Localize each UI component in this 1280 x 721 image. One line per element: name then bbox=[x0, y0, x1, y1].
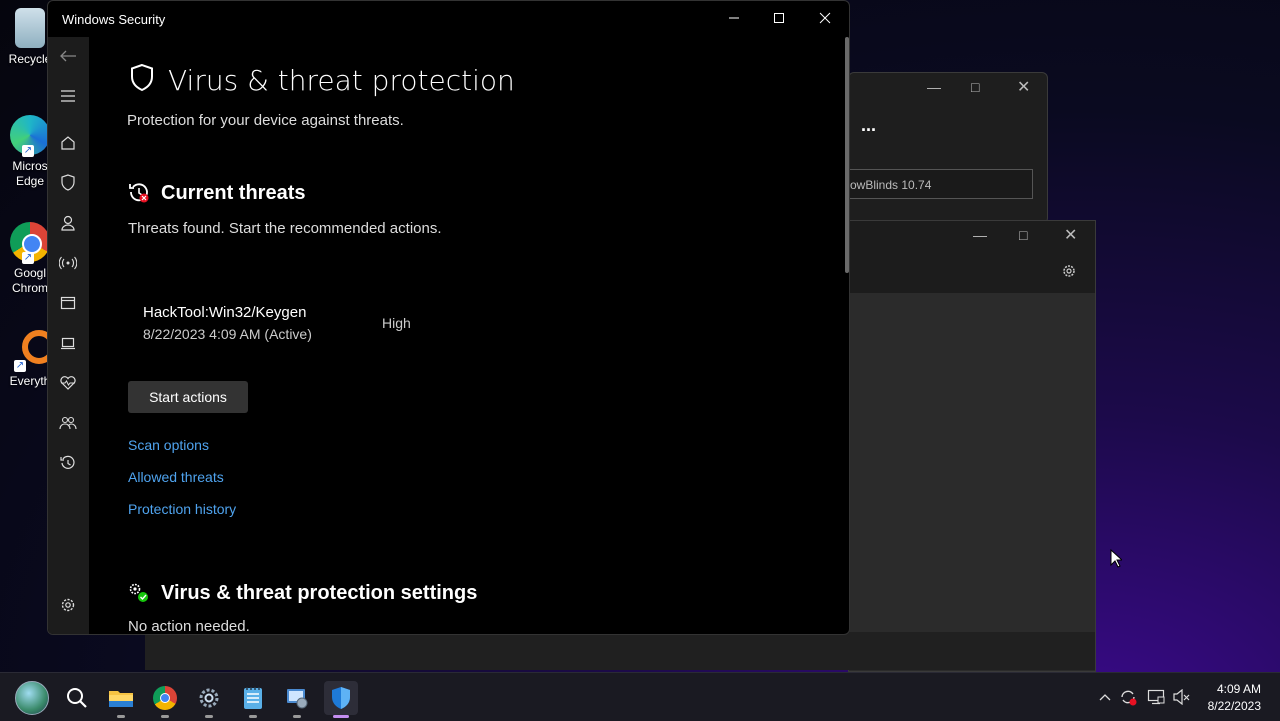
family-options-icon[interactable] bbox=[58, 413, 78, 433]
close-icon[interactable]: ✕ bbox=[1017, 77, 1030, 97]
chrome-icon bbox=[153, 686, 177, 710]
minimize-icon bbox=[729, 17, 739, 19]
protection-settings-heading: Virus & threat protection settings bbox=[161, 582, 478, 604]
shield-icon bbox=[332, 687, 350, 709]
home-icon[interactable] bbox=[58, 133, 78, 153]
threat-severity: High bbox=[382, 315, 411, 331]
more-options-icon[interactable]: ... bbox=[861, 115, 876, 136]
shortcut-arrow-icon: ↗ bbox=[22, 252, 34, 264]
running-indicator bbox=[249, 715, 257, 718]
notepad-icon bbox=[244, 687, 262, 709]
file-explorer-button[interactable] bbox=[104, 681, 138, 718]
maximize-icon bbox=[774, 13, 784, 23]
start-button[interactable] bbox=[15, 681, 49, 715]
control-panel-taskbar-button[interactable] bbox=[280, 681, 314, 718]
close-icon[interactable]: ✕ bbox=[1064, 225, 1077, 245]
minimize-icon[interactable]: — bbox=[927, 79, 941, 95]
folder-icon bbox=[109, 691, 133, 707]
maximize-icon[interactable]: □ bbox=[1019, 227, 1027, 243]
shield-icon[interactable] bbox=[58, 173, 78, 193]
threat-timestamp: 8/22/2023 4:09 AM (Active) bbox=[143, 326, 312, 342]
background-window-settings[interactable]: — □ ✕ bbox=[848, 220, 1096, 672]
main-content: Virus & threat protection Protection for… bbox=[89, 37, 849, 634]
current-threats-heading: Current threats bbox=[161, 182, 306, 204]
active-indicator bbox=[333, 715, 349, 718]
version-field[interactable]: owBlinds 10.74 bbox=[849, 169, 1033, 199]
maximize-button[interactable] bbox=[756, 1, 802, 35]
control-panel-icon bbox=[287, 689, 308, 709]
recycle-bin-icon bbox=[15, 8, 45, 48]
search-button[interactable] bbox=[60, 681, 94, 715]
minimize-icon[interactable]: — bbox=[973, 227, 987, 243]
settings-gears-icon bbox=[128, 582, 150, 609]
running-indicator bbox=[205, 715, 213, 718]
protection-history-link[interactable]: Protection history bbox=[128, 501, 236, 517]
threat-name: HackTool:Win32/Keygen bbox=[143, 304, 307, 321]
running-indicator bbox=[117, 715, 125, 718]
threat-history-icon bbox=[128, 182, 150, 209]
allowed-threats-link[interactable]: Allowed threats bbox=[128, 469, 224, 485]
start-orb-icon bbox=[15, 681, 49, 715]
running-indicator bbox=[161, 715, 169, 718]
page-title: Virus & threat protection bbox=[168, 64, 515, 97]
speaker-muted-icon[interactable] bbox=[1172, 687, 1192, 707]
threat-list-item[interactable]: HackTool:Win32/Keygen 8/22/2023 4:09 AM … bbox=[143, 302, 443, 346]
protection-settings-description: No action needed. bbox=[128, 618, 250, 635]
window-title: Windows Security bbox=[62, 12, 166, 27]
health-heart-icon[interactable] bbox=[58, 373, 78, 393]
shortcut-arrow-icon: ↗ bbox=[22, 145, 34, 157]
account-icon[interactable] bbox=[58, 213, 78, 233]
shortcut-arrow-icon: ↗ bbox=[14, 360, 26, 372]
sync-alert-icon[interactable] bbox=[1118, 687, 1138, 707]
background-window-strip bbox=[145, 632, 1095, 670]
start-actions-button[interactable]: Start actions bbox=[128, 381, 248, 413]
settings-taskbar-button[interactable] bbox=[192, 681, 226, 718]
network-antenna-icon[interactable] bbox=[58, 253, 78, 273]
network-icon[interactable] bbox=[1146, 687, 1166, 707]
maximize-icon[interactable]: □ bbox=[971, 79, 979, 95]
background-window[interactable]: — □ ✕ ... owBlinds 10.74 bbox=[848, 72, 1048, 224]
scan-options-link[interactable]: Scan options bbox=[128, 437, 209, 453]
gear-icon[interactable] bbox=[1061, 263, 1077, 284]
mouse-cursor-icon bbox=[1110, 548, 1124, 573]
gear-icon bbox=[199, 688, 219, 708]
edge-icon: ↗ bbox=[10, 115, 50, 157]
protection-history-icon[interactable] bbox=[58, 453, 78, 473]
clock-date: 8/22/2023 bbox=[1207, 699, 1261, 713]
app-browser-icon[interactable] bbox=[58, 293, 78, 313]
running-indicator bbox=[293, 715, 301, 718]
settings-gear-icon[interactable] bbox=[58, 595, 78, 615]
back-arrow-icon[interactable] bbox=[58, 46, 78, 66]
windows-security-taskbar-button[interactable] bbox=[324, 681, 358, 718]
shield-icon bbox=[129, 63, 155, 98]
hamburger-menu-icon[interactable] bbox=[58, 86, 78, 106]
taskbar: 4:09 AM 8/22/2023 bbox=[0, 672, 1280, 721]
notepad-taskbar-button[interactable] bbox=[236, 681, 270, 718]
page-subtitle: Protection for your device against threa… bbox=[127, 112, 404, 129]
close-icon bbox=[819, 12, 831, 24]
title-bar[interactable]: Windows Security bbox=[48, 1, 849, 37]
minimize-button[interactable] bbox=[711, 1, 757, 35]
system-clock[interactable]: 4:09 AM 8/22/2023 bbox=[1208, 681, 1261, 715]
current-threats-description: Threats found. Start the recommended act… bbox=[128, 220, 442, 237]
close-button[interactable] bbox=[802, 1, 848, 35]
device-security-icon[interactable] bbox=[58, 333, 78, 353]
windows-security-window[interactable]: Windows Security Virus & threat protecti… bbox=[47, 0, 850, 635]
chevron-up-icon[interactable] bbox=[1095, 687, 1115, 707]
settings-panel bbox=[849, 293, 1095, 671]
chrome-icon: ↗ bbox=[10, 222, 50, 264]
clock-time: 4:09 AM bbox=[1216, 682, 1261, 696]
search-icon bbox=[67, 688, 87, 708]
navigation-sidebar bbox=[48, 37, 89, 634]
chrome-taskbar-button[interactable] bbox=[148, 681, 182, 718]
